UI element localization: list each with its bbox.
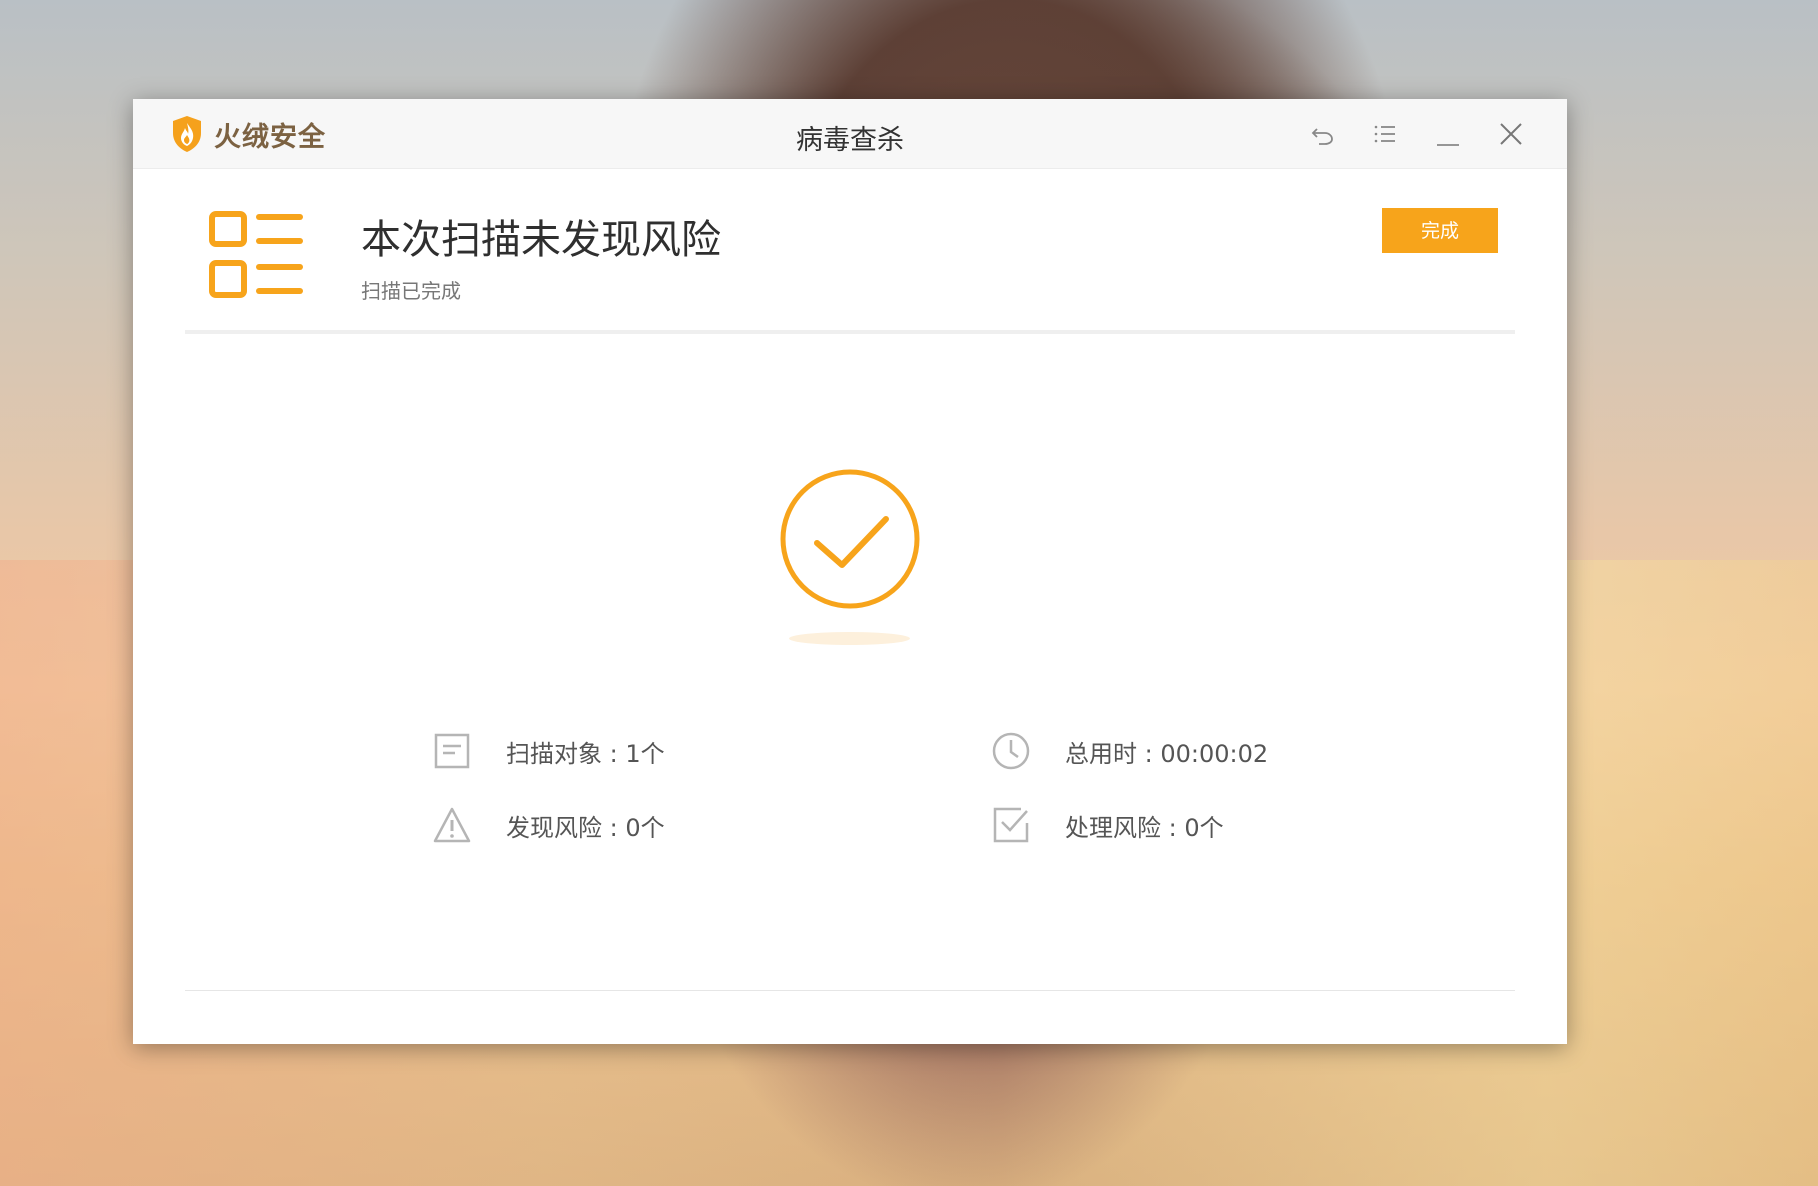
titlebar[interactable]: 火绒安全 病毒查杀	[133, 99, 1567, 169]
check-shadow	[789, 632, 910, 645]
stat-handled-text: 处理风险 : 0个	[1065, 813, 1224, 842]
stat-found: 发现风险 : 0个	[432, 805, 665, 845]
minimize-icon	[1437, 144, 1459, 146]
done-button[interactable]: 完成	[1382, 208, 1498, 253]
check-circle-icon	[780, 469, 920, 609]
stat-handled: 处理风险 : 0个	[991, 805, 1224, 845]
close-icon	[1500, 123, 1522, 145]
scan-report-icon	[209, 211, 303, 298]
close-button[interactable]	[1495, 118, 1527, 150]
stat-scanned-text: 扫描对象 : 1个	[506, 739, 665, 768]
huorong-window: 火绒安全 病毒查杀 本次扫描未发现风险 扫描已完成 完成 扫描对象: 1个 总…	[133, 99, 1567, 1044]
checkbox-icon	[991, 805, 1031, 845]
back-button[interactable]	[1307, 118, 1339, 150]
menu-icon	[1374, 125, 1395, 143]
stat-duration-text: 总用时 : 00:00:02	[1065, 739, 1269, 768]
stat-scanned: 扫描对象 : 1个	[432, 731, 665, 771]
clock-icon	[991, 731, 1031, 771]
header-divider	[185, 330, 1515, 334]
warning-icon	[432, 805, 472, 845]
stat-duration: 总用时 : 00:00:02	[991, 731, 1268, 771]
result-subline: 扫描已完成	[361, 279, 461, 303]
back-icon	[1311, 128, 1333, 145]
footer-divider	[185, 990, 1515, 991]
minimize-button[interactable]	[1432, 118, 1464, 150]
document-icon	[432, 731, 472, 771]
window-title: 病毒查杀	[796, 125, 904, 156]
stat-found-text: 发现风险 : 0个	[506, 813, 665, 842]
menu-button[interactable]	[1369, 118, 1401, 150]
result-headline: 本次扫描未发现风险	[361, 217, 721, 263]
